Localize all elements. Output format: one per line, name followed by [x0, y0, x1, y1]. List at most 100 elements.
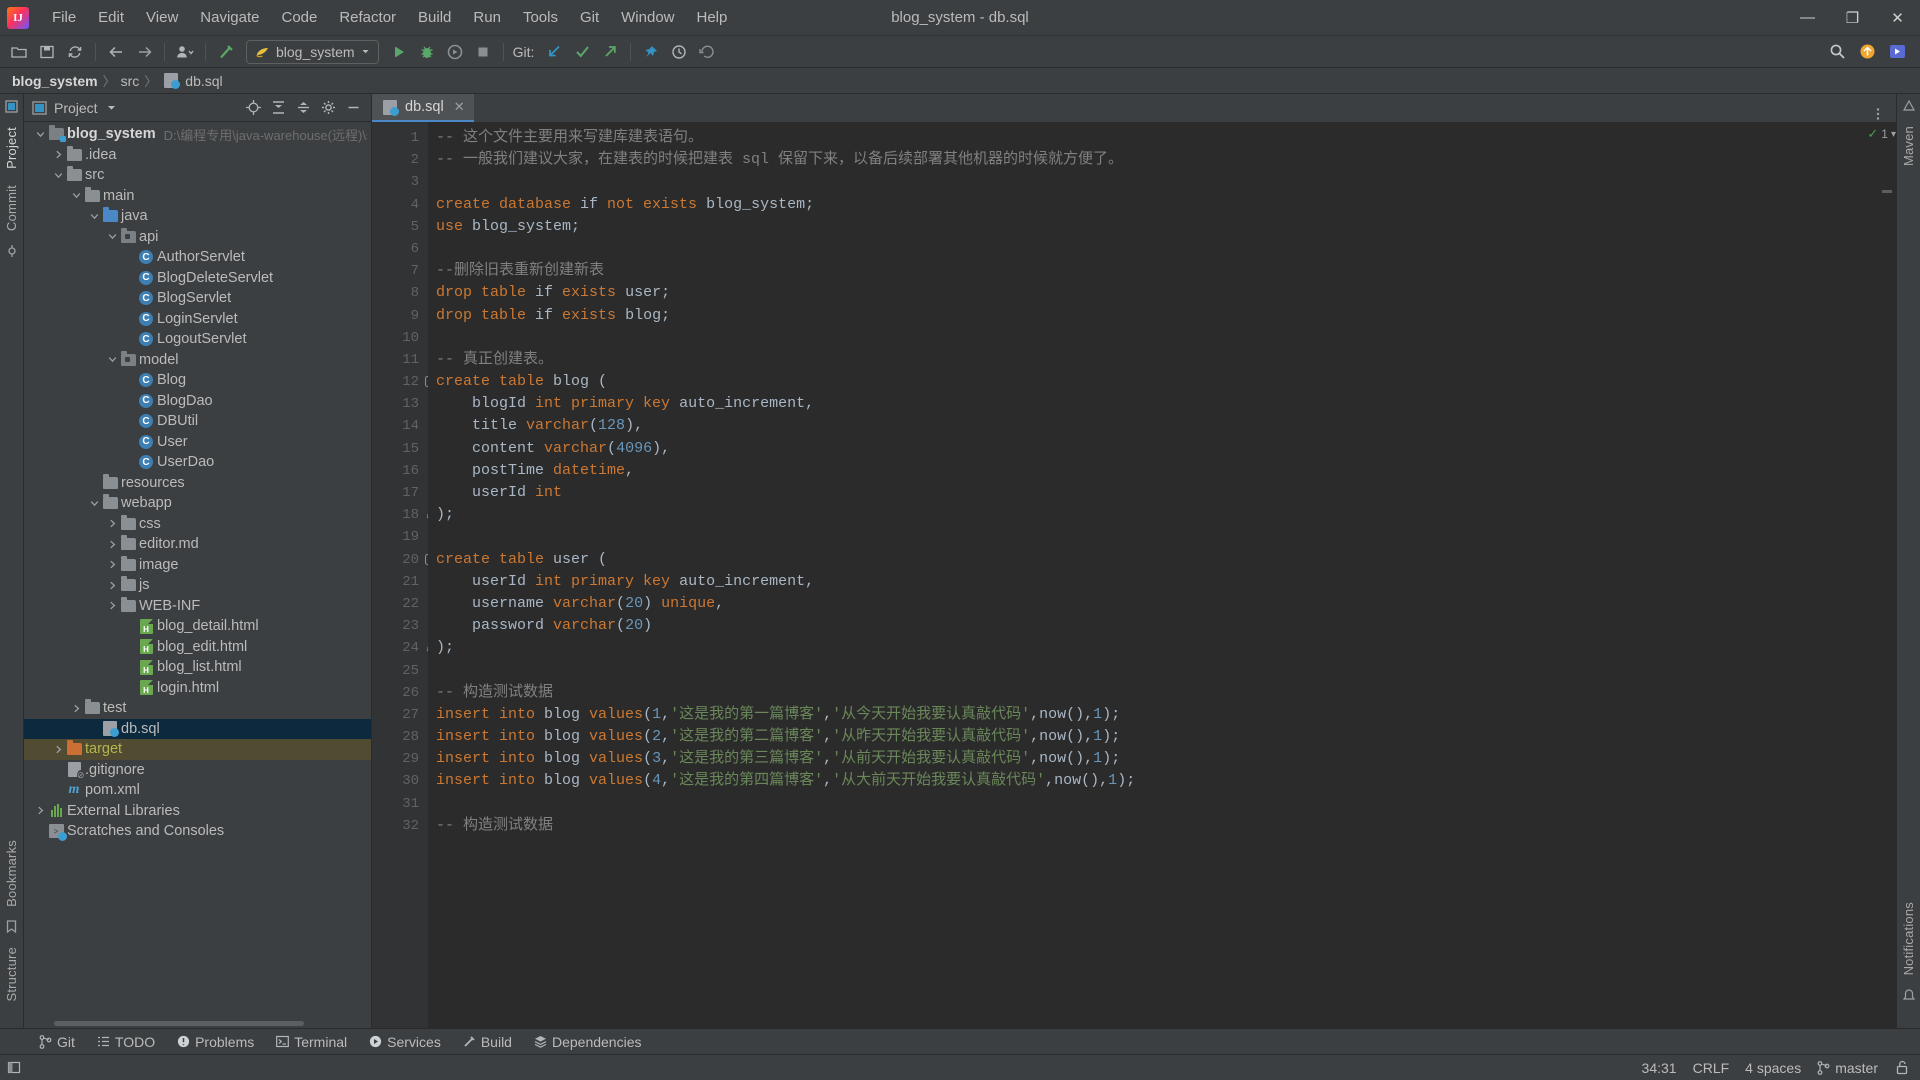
forward-arrow-icon[interactable] [131, 39, 157, 65]
code-line[interactable]: insert into blog values(3,'这是我的第三篇博客','从… [436, 748, 1874, 770]
menu-file[interactable]: File [41, 4, 87, 31]
indent-setting[interactable]: 4 spaces [1745, 1060, 1801, 1076]
close-button[interactable]: ✕ [1875, 0, 1920, 36]
code-line[interactable]: --删除旧表重新创建新表 [436, 260, 1874, 282]
sidebar-item-notifications[interactable]: Notifications [1898, 894, 1919, 983]
code-line[interactable]: userId int [436, 482, 1874, 504]
settings-gear-icon[interactable] [320, 100, 336, 116]
tree-node-java[interactable]: java [24, 206, 371, 227]
tree-node-blogdao[interactable]: C BlogDao [24, 391, 371, 412]
line-number[interactable]: 4 [372, 194, 428, 216]
line-number[interactable]: 15 [372, 438, 428, 460]
tree-node-api[interactable]: api [24, 227, 371, 248]
line-number[interactable]: 8 [372, 282, 428, 304]
chevron-right-icon[interactable] [106, 519, 119, 528]
sync-icon[interactable] [62, 39, 88, 65]
code-line[interactable]: userId int primary key auto_increment, [436, 571, 1874, 593]
tree-node-login-html[interactable]: Hlogin.html [24, 678, 371, 699]
code-line[interactable]: -- 这个文件主要用来写建库建表语句。 [436, 127, 1874, 149]
sidebar-item-project[interactable]: Project [1, 119, 22, 177]
chevron-right-icon[interactable] [106, 581, 119, 590]
project-tree[interactable]: blog_system D:\编程专用\java-warehouse(远程)\se… [24, 122, 371, 1019]
revert-icon[interactable] [694, 39, 720, 65]
sidebar-item-maven[interactable]: Maven [1898, 118, 1919, 174]
unlocked-icon[interactable] [1894, 1060, 1910, 1076]
menu-git[interactable]: Git [569, 4, 610, 31]
breadcrumb-item-file[interactable]: db.sql [185, 73, 222, 89]
menu-refactor[interactable]: Refactor [328, 4, 407, 31]
tool-window-terminal[interactable]: Terminal [265, 1031, 358, 1053]
git-push-icon[interactable] [597, 39, 623, 65]
line-number[interactable]: 31 [372, 793, 428, 815]
code-content[interactable]: -- 这个文件主要用来写建库建表语句。 -- 一般我们建议大家，在建表的时候把建表… [428, 122, 1874, 1028]
tree-node-blog[interactable]: C Blog [24, 370, 371, 391]
sidebar-item-structure[interactable]: Structure [1, 939, 22, 1010]
line-number[interactable]: 16 [372, 460, 428, 482]
line-number[interactable]: 7 [372, 260, 428, 282]
plugin-update-icon[interactable] [1854, 39, 1880, 65]
menu-window[interactable]: Window [610, 4, 685, 31]
scrollbar-thumb[interactable] [54, 1021, 304, 1026]
chevron-right-icon[interactable] [52, 745, 65, 754]
sidebar-item-commit[interactable]: Commit [1, 177, 22, 239]
tree-node-image[interactable]: image [24, 555, 371, 576]
line-separator[interactable]: CRLF [1693, 1060, 1730, 1076]
menu-build[interactable]: Build [407, 4, 462, 31]
line-number[interactable]: 27 [372, 704, 428, 726]
stop-icon[interactable] [470, 39, 496, 65]
tree-node-external-libraries[interactable]: External Libraries [24, 801, 371, 822]
pin-icon[interactable] [638, 39, 664, 65]
tree-node-main[interactable]: main [24, 186, 371, 207]
debug-icon[interactable] [414, 39, 440, 65]
line-number[interactable]: 20 [372, 549, 436, 571]
more-options-icon[interactable] [1870, 106, 1886, 122]
chevron-down-icon[interactable] [70, 191, 83, 200]
run-icon[interactable] [386, 39, 412, 65]
code-line[interactable]: postTime datetime, [436, 460, 1874, 482]
caret-position[interactable]: 34:31 [1642, 1060, 1677, 1076]
minimize-button[interactable]: — [1785, 0, 1830, 36]
code-line[interactable]: title varchar(128), [436, 415, 1874, 437]
menu-view[interactable]: View [135, 4, 189, 31]
editor-inspection-gutter[interactable]: ✓ 1 ▾ [1867, 122, 1896, 1028]
tree-node-logoutservlet[interactable]: C LogoutServlet [24, 329, 371, 350]
tree-node-userdao[interactable]: C UserDao [24, 452, 371, 473]
run-coverage-icon[interactable] [442, 39, 468, 65]
run-configuration-selector[interactable]: blog_system [246, 39, 379, 64]
code-line[interactable]: content varchar(4096), [436, 438, 1874, 460]
inspection-widget[interactable]: ✓ 1 ▾ [1867, 126, 1896, 142]
project-tree-horizontal-scrollbar[interactable] [24, 1019, 371, 1028]
chevron-right-icon[interactable] [70, 704, 83, 713]
tree-node-editor-md[interactable]: editor.md [24, 534, 371, 555]
code-line[interactable] [436, 526, 1874, 548]
collapse-all-icon[interactable] [295, 100, 311, 116]
tree-node-blogdeleteservlet[interactable]: C BlogDeleteServlet [24, 268, 371, 289]
tree-node-webapp[interactable]: webapp [24, 493, 371, 514]
hide-icon[interactable] [345, 100, 361, 116]
chevron-down-icon[interactable] [104, 100, 120, 116]
code-line[interactable]: -- 构造测试数据 [436, 682, 1874, 704]
line-number[interactable]: 3 [372, 171, 428, 193]
chevron-right-icon[interactable] [106, 601, 119, 610]
line-number[interactable]: 17 [372, 482, 428, 504]
line-number[interactable]: 12 [372, 371, 436, 393]
save-all-icon[interactable] [34, 39, 60, 65]
code-line[interactable]: insert into blog values(2,'这是我的第二篇博客','从… [436, 726, 1874, 748]
tool-window-dependencies[interactable]: Dependencies [523, 1031, 653, 1053]
line-number[interactable]: 32 [372, 815, 428, 837]
tree-node-web-inf[interactable]: WEB-INF [24, 596, 371, 617]
line-number[interactable]: 2 [372, 149, 428, 171]
tree-node-target[interactable]: target [24, 739, 371, 760]
tree-node-css[interactable]: css [24, 514, 371, 535]
ide-run-icon[interactable] [1884, 39, 1910, 65]
tree-node-user[interactable]: C User [24, 432, 371, 453]
line-number[interactable]: 10 [372, 327, 428, 349]
tab-db-sql[interactable]: db.sql ✕ [372, 94, 474, 122]
line-number[interactable]: 23 [372, 615, 428, 637]
history-icon[interactable] [666, 39, 692, 65]
code-line[interactable] [436, 660, 1874, 682]
tree-node-loginservlet[interactable]: C LoginServlet [24, 309, 371, 330]
code-line[interactable]: drop table if exists user; [436, 282, 1874, 304]
line-number[interactable]: 21 [372, 571, 428, 593]
code-line[interactable]: create table user ( [436, 549, 1874, 571]
